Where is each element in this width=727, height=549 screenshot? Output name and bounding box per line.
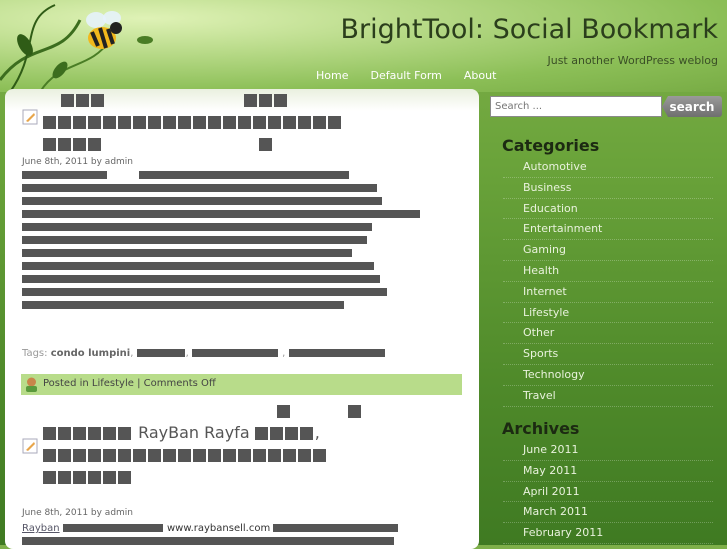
post-excerpt: Rayban www.raybansell.com xyxy=(22,522,442,548)
post-title-text[interactable]: RayBan Rayfa xyxy=(138,423,250,442)
archive-item[interactable]: February 2011 xyxy=(503,523,713,544)
category-item[interactable]: Education xyxy=(503,199,713,220)
nav-home[interactable]: Home xyxy=(316,69,348,82)
category-item[interactable]: Automotive xyxy=(503,157,713,178)
nav-default-form[interactable]: Default Form xyxy=(370,69,441,82)
site-header: BrightTool: Social Bookmark Just another… xyxy=(0,0,727,92)
post-excerpt xyxy=(22,169,442,312)
archives-title: Archives xyxy=(502,419,580,438)
post-title[interactable] xyxy=(43,89,463,155)
category-item[interactable]: Internet xyxy=(503,282,713,303)
posted-in-text[interactable]: Posted in Lifestyle | Comments Off xyxy=(43,378,216,389)
post-date-meta: June 8th, 2011 by admin xyxy=(22,508,134,518)
post-title[interactable]: RayBan Rayfa , xyxy=(43,400,463,488)
main-nav: Home Default Form About xyxy=(316,69,496,82)
category-item[interactable]: Gaming xyxy=(503,240,713,261)
category-item[interactable]: Lifestyle xyxy=(503,303,713,324)
category-item[interactable]: Sports xyxy=(503,344,713,365)
archive-item[interactable]: June 2011 xyxy=(503,440,713,461)
categories-title: Categories xyxy=(502,136,600,155)
rayban-link[interactable]: Rayban xyxy=(22,523,60,534)
url-text[interactable]: www.raybansell.com xyxy=(167,523,270,534)
category-item[interactable]: Entertainment xyxy=(503,219,713,241)
category-item[interactable]: Travel xyxy=(503,386,713,407)
category-item[interactable]: Technology xyxy=(503,365,713,386)
search-input[interactable] xyxy=(490,96,662,117)
categories-list: Automotive Business Education Entertainm… xyxy=(503,157,713,407)
tags-label: Tags: xyxy=(22,348,48,359)
sidebar: search Categories Automotive Business Ed… xyxy=(481,89,727,545)
main-content: June 8th, 2011 by admin Tags: condo lump… xyxy=(5,89,479,549)
site-title[interactable]: BrightTool: Social Bookmark xyxy=(341,14,719,45)
pencil-icon xyxy=(22,438,38,454)
bee-icon xyxy=(86,11,122,49)
archives-list: June 2011 May 2011 April 2011 March 2011… xyxy=(503,440,713,544)
tag-link[interactable]: condo lumpini xyxy=(51,348,131,359)
pencil-icon xyxy=(22,109,38,125)
site-tagline: Just another WordPress weblog xyxy=(547,54,718,67)
post-category-bar: Posted in Lifestyle | Comments Off xyxy=(21,374,462,395)
archive-item[interactable]: May 2011 xyxy=(503,461,713,482)
nav-about[interactable]: About xyxy=(464,69,497,82)
post-date-meta: June 8th, 2011 by admin xyxy=(22,157,134,167)
category-item[interactable]: Business xyxy=(503,178,713,199)
search-button[interactable]: search xyxy=(662,96,722,117)
search-form: search xyxy=(490,96,722,117)
archive-item[interactable]: April 2011 xyxy=(503,482,713,503)
archive-item[interactable]: March 2011 xyxy=(503,502,713,524)
author-avatar-icon xyxy=(26,377,37,392)
category-item[interactable]: Other xyxy=(503,323,713,345)
category-item[interactable]: Health xyxy=(503,261,713,282)
post-tags: Tags: condo lumpini, , , xyxy=(22,348,386,359)
